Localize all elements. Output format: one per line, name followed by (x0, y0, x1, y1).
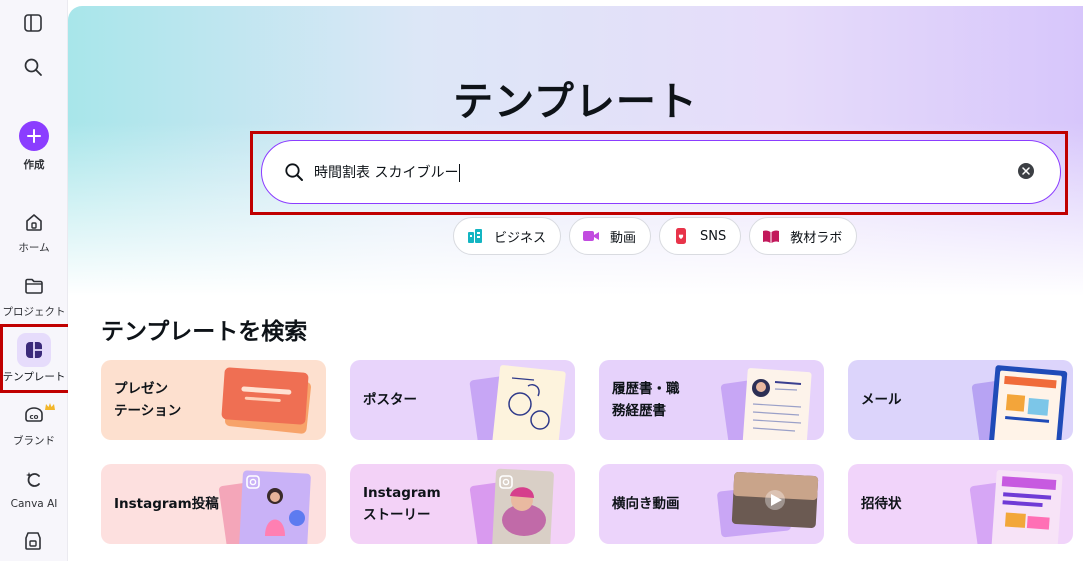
chip-learning-lab[interactable]: 教材ラボ (749, 217, 858, 255)
sidebar-search-button[interactable] (18, 54, 48, 84)
main-content: テンプレート 時間割表 スカイブルー ビジネス 動画 SNS 教材ラボ テンプレ… (68, 6, 1083, 561)
category-card-presentation[interactable]: プレゼン テーション (101, 360, 326, 440)
sidebar-item-brand[interactable]: co ブランド (0, 399, 68, 448)
sidebar-item-label: Canva AI (10, 498, 58, 510)
create-label: 作成 (23, 159, 45, 171)
folder-icon (18, 270, 50, 302)
category-label: 横向き動画 (612, 496, 680, 512)
category-card-invitation[interactable]: 招待状 (848, 464, 1073, 544)
category-label: 招待状 (861, 496, 902, 512)
poster-thumbnail (469, 365, 566, 440)
home-icon (18, 206, 50, 238)
sidebar: 作成 ホーム プロジェクト テンプレート co ブランド Canva AI (0, 0, 71, 561)
svg-text:co: co (30, 413, 39, 421)
category-label: Instagram ストーリー (363, 485, 441, 523)
sidebar-item-label: ホーム (18, 242, 50, 254)
presentation-thumbnail (221, 367, 311, 434)
category-label: ポスター (363, 392, 417, 408)
category-card-email[interactable]: メール (848, 360, 1073, 440)
chip-business[interactable]: ビジネス (453, 217, 562, 255)
category-card-instagram-post[interactable]: Instagram投稿 (101, 464, 326, 544)
category-card-poster[interactable]: ポスター (350, 360, 575, 440)
video-thumbnail (717, 472, 819, 538)
search-query-text[interactable]: 時間割表 スカイブルー (314, 162, 461, 182)
sidebar-item-canva-ai[interactable]: Canva AI (0, 464, 68, 510)
sidebar-item-home[interactable]: ホーム (0, 206, 68, 255)
category-label: 履歴書・職 務経歴書 (612, 381, 680, 419)
sidebar-item-label: ブランド (13, 435, 55, 447)
clear-search-button[interactable] (1018, 163, 1034, 179)
sidebar-apps-button[interactable] (18, 528, 48, 558)
instagram-post-thumbnail (218, 470, 311, 544)
sidebar-toggle-icon (23, 13, 43, 37)
search-icon (23, 57, 43, 81)
category-label: メール (861, 392, 902, 408)
invitation-thumbnail (969, 469, 1063, 544)
category-chips: ビジネス 動画 SNS 教材ラボ (453, 217, 858, 255)
section-title: テンプレートを検索 (101, 319, 308, 345)
template-search-input[interactable]: 時間割表 スカイブルー (261, 140, 1061, 204)
category-card-resume[interactable]: 履歴書・職 務経歴書 (599, 360, 824, 440)
sns-icon (672, 227, 690, 245)
search-icon (284, 162, 304, 182)
category-label: プレゼン テーション (114, 381, 182, 419)
chip-sns[interactable]: SNS (659, 217, 742, 255)
highlight-box-templates (0, 324, 71, 393)
store-icon (22, 530, 44, 556)
chip-label: 動画 (610, 230, 637, 246)
instagram-story-thumbnail (469, 468, 554, 544)
business-icon (466, 227, 484, 245)
sidebar-toggle-button[interactable] (18, 10, 48, 40)
chip-video[interactable]: 動画 (569, 217, 652, 255)
email-thumbnail (971, 365, 1068, 440)
category-card-instagram-story[interactable]: Instagram ストーリー (350, 464, 575, 544)
book-icon (762, 227, 780, 245)
canva-app: 作成 ホーム プロジェクト テンプレート co ブランド Canva AI テン… (0, 0, 1083, 561)
close-icon (1022, 167, 1030, 175)
chip-label: SNS (700, 228, 727, 244)
plus-icon (19, 121, 49, 151)
sidebar-item-projects[interactable]: プロジェクト (0, 270, 68, 319)
video-icon (582, 227, 600, 245)
category-card-landscape-video[interactable]: 横向き動画 (599, 464, 824, 544)
brand-icon: co (18, 399, 50, 431)
create-button[interactable]: 作成 (0, 121, 68, 172)
chip-label: 教材ラボ (790, 230, 843, 246)
sidebar-item-label: プロジェクト (2, 306, 66, 318)
chip-label: ビジネス (494, 230, 547, 246)
text-caret (459, 164, 461, 182)
resume-thumbnail (720, 368, 812, 440)
page-title: テンプレート (453, 79, 698, 125)
category-label: Instagram投稿 (114, 496, 219, 512)
canva-ai-icon (18, 464, 50, 496)
